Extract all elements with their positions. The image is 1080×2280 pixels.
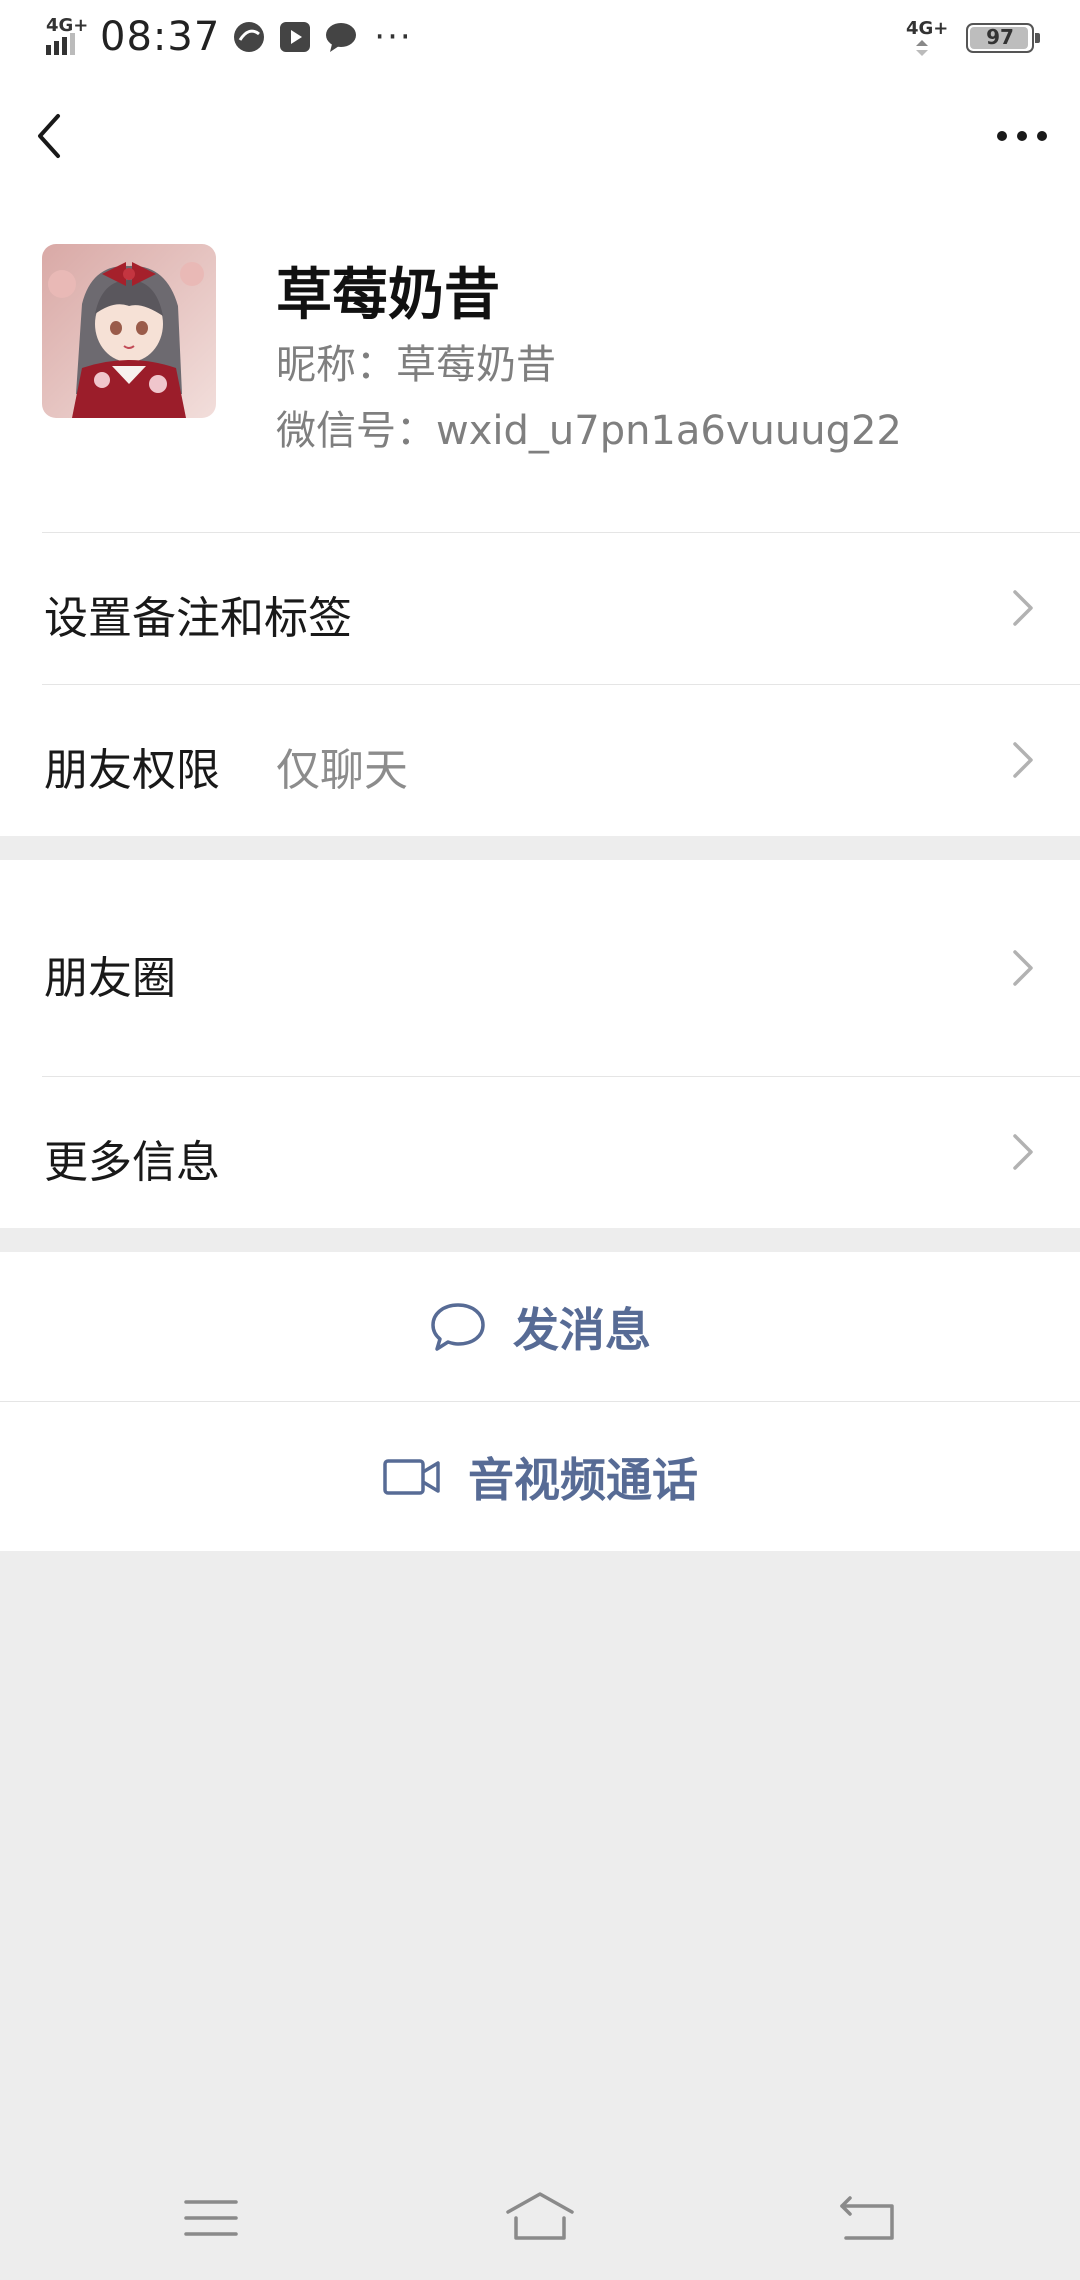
- chevron-right-icon: [1013, 742, 1033, 778]
- back-icon: [840, 2196, 894, 2240]
- back-nav-button[interactable]: [832, 2190, 904, 2246]
- audio-video-call-label: 音视频通话: [468, 1452, 698, 1507]
- send-message-button[interactable]: 发消息: [0, 1252, 1080, 1401]
- profile-display-name: 草莓奶昔: [276, 263, 500, 328]
- more-horizontal-icon: [997, 131, 1047, 141]
- top-nav-bar: [0, 72, 1080, 202]
- chevron-right-icon: [1013, 950, 1033, 986]
- avatar[interactable]: [42, 244, 216, 418]
- profile-header: 草莓奶昔 昵称：草莓奶昔 微信号：wxid_u7pn1a6vuuug22: [0, 202, 1080, 532]
- row-divider: [42, 1076, 1080, 1077]
- chevron-right-icon: [1013, 590, 1033, 626]
- status-time: 08:37: [100, 14, 221, 60]
- battery-icon: 97: [966, 23, 1040, 53]
- send-message-label: 发消息: [513, 1302, 651, 1357]
- friend-permissions-row[interactable]: 朋友权限 仅聊天: [0, 684, 1080, 836]
- more-info-label: 更多信息: [44, 1137, 220, 1188]
- more-options-button[interactable]: [988, 108, 1056, 164]
- mobile-data-icon: 4G+: [906, 16, 950, 60]
- more-notifications-indicator: ···: [374, 17, 413, 57]
- browser-icon: [232, 20, 266, 54]
- chevron-right-icon: [1013, 1134, 1033, 1170]
- more-info-row[interactable]: 更多信息: [0, 1076, 1080, 1228]
- cellular-signal-icon: 4G+: [44, 15, 88, 59]
- profile-wechat-id: 微信号：wxid_u7pn1a6vuuug22: [276, 408, 902, 454]
- video-app-icon: [278, 20, 312, 54]
- battery-percent: 97: [986, 25, 1014, 49]
- friend-permissions-label: 朋友权限: [44, 745, 220, 796]
- system-nav-bar: [0, 2170, 1080, 2260]
- moments-row[interactable]: 朋友圈: [0, 860, 1080, 1076]
- remark-and-tags-row[interactable]: 设置备注和标签: [0, 532, 1080, 684]
- row-divider: [42, 684, 1080, 685]
- chat-bubble-icon: [431, 1302, 485, 1351]
- remark-and-tags-label: 设置备注和标签: [44, 593, 352, 644]
- moments-label: 朋友圈: [44, 953, 176, 1004]
- back-button[interactable]: [28, 106, 78, 166]
- chat-bubble-icon: [324, 20, 358, 54]
- menu-button[interactable]: [176, 2190, 248, 2246]
- friend-permissions-value: 仅聊天: [276, 745, 408, 796]
- avatar-image: [42, 244, 216, 418]
- profile-nickname: 昵称：草莓奶昔: [276, 342, 556, 388]
- row-divider: [42, 532, 1080, 533]
- status-right: 4G+ 97: [906, 14, 1040, 62]
- chevron-left-icon: [38, 114, 60, 158]
- video-camera-icon: [383, 1458, 440, 1495]
- audio-video-call-button[interactable]: 音视频通话: [0, 1402, 1080, 1551]
- status-bar: 4G+ 08:37 ··· 4G+ 97: [0, 0, 1080, 72]
- home-button[interactable]: [504, 2188, 576, 2244]
- status-left: 4G+ 08:37 ···: [44, 12, 413, 62]
- menu-icon: [184, 2200, 238, 2236]
- home-icon: [506, 2192, 574, 2240]
